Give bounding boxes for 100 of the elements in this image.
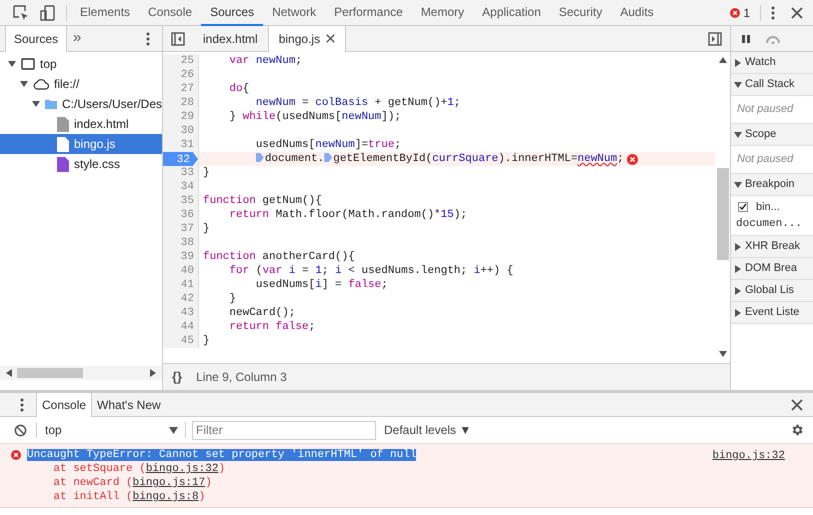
- source-link[interactable]: bingo.js:8: [132, 491, 199, 503]
- settings-icon[interactable]: [790, 423, 804, 437]
- expand-triangle-icon[interactable]: [734, 264, 742, 272]
- inspect-icon[interactable]: [13, 4, 29, 20]
- error-icon: [626, 154, 638, 164]
- error-text: Uncaught TypeError: Cannot set property 'innerHTML' of null: [27, 449, 416, 461]
- panel-tab[interactable]: Performance: [325, 0, 412, 26]
- code-line: var newNum;: [228, 54, 302, 68]
- code-line: usedNums[newNum]=true;: [254, 138, 402, 152]
- more-icon[interactable]: [20, 398, 24, 412]
- tree-item[interactable]: style.css: [0, 154, 162, 174]
- code-line: function getNum(){: [203, 194, 322, 208]
- more-tabs-button[interactable]: »: [67, 27, 88, 50]
- line-number: 30: [180, 124, 195, 139]
- line-number: 35: [180, 194, 195, 209]
- close-icon[interactable]: [791, 398, 803, 410]
- breakpoint-file: bin...: [756, 200, 780, 215]
- panel-tab[interactable]: Console: [139, 0, 202, 26]
- error-counter[interactable]: 1: [730, 4, 750, 22]
- source-link[interactable]: bingo.js:32: [146, 463, 218, 475]
- breakpoint-checkbox[interactable]: [738, 202, 748, 212]
- context-selector[interactable]: top: [45, 421, 185, 439]
- code-line: usedNums[i] = false;: [254, 278, 388, 292]
- stack-frame: at setSquare (bingo.js:32): [27, 462, 226, 476]
- tree-item[interactable]: top: [0, 54, 162, 74]
- file-tab[interactable]: bingo.js: [268, 26, 346, 52]
- line-number: 27: [180, 82, 195, 97]
- pane-header[interactable]: Breakpoin: [731, 174, 813, 195]
- close-icon[interactable]: [791, 6, 803, 18]
- folder-icon: [45, 98, 57, 110]
- code-line: newNum = colBasis + getNum()+1;: [254, 96, 460, 110]
- line-number: 37: [180, 222, 195, 237]
- scroll-right-icon[interactable]: [149, 369, 157, 377]
- pane-header[interactable]: Event Liste: [731, 302, 813, 323]
- device-icon[interactable]: [40, 4, 56, 20]
- expand-triangle-icon[interactable]: [8, 60, 16, 68]
- pane-status: Not paused: [737, 152, 794, 168]
- code-line: }: [203, 222, 210, 236]
- line-number: 31: [180, 138, 195, 153]
- more-icon[interactable]: [146, 32, 150, 46]
- expand-triangle-icon[interactable]: [734, 286, 742, 294]
- pane-header[interactable]: Scope: [731, 124, 813, 145]
- tree-item[interactable]: bingo.js: [0, 134, 162, 154]
- tree-item[interactable]: index.html: [0, 114, 162, 134]
- pretty-print-button[interactable]: {}: [172, 367, 182, 387]
- line-number: 25: [180, 54, 195, 69]
- filter-field[interactable]: Filter: [192, 420, 376, 440]
- expand-triangle-icon[interactable]: [734, 58, 742, 66]
- line-number: 38: [180, 236, 195, 251]
- scrollbar-thumb[interactable]: [17, 368, 83, 378]
- scroll-up-icon[interactable]: [718, 56, 726, 64]
- file-tab[interactable]: index.html: [193, 26, 268, 52]
- expand-triangle-icon[interactable]: [734, 242, 742, 250]
- source-link[interactable]: bingo.js:32: [712, 448, 785, 504]
- toggle-debugger-icon[interactable]: [708, 32, 722, 46]
- stack-frame: at newCard (bingo.js:17): [27, 476, 212, 490]
- tree-item[interactable]: C:/Users/User/Des: [0, 94, 162, 114]
- file-icon: [57, 136, 69, 152]
- pane-header[interactable]: XHR Break: [731, 236, 813, 257]
- scrollbar-thumb[interactable]: [716, 168, 728, 260]
- line-number: 26: [180, 68, 195, 83]
- tree-item[interactable]: file://: [0, 74, 162, 94]
- code-line: for (var i = 1; i < usedNums.length; i++) {: [228, 264, 514, 278]
- drawer-tab[interactable]: What's New: [92, 392, 166, 416]
- caret-icon: [169, 426, 178, 434]
- close-icon[interactable]: [326, 34, 336, 43]
- levels-dropdown[interactable]: Default levels ▼: [384, 421, 472, 439]
- pane-header[interactable]: DOM Brea: [731, 258, 813, 279]
- panel-tab[interactable]: Application: [473, 0, 550, 26]
- pane-header[interactable]: Global Lis: [731, 280, 813, 301]
- clear-console-icon[interactable]: [14, 424, 27, 436]
- pane-header[interactable]: Call Stack: [731, 74, 813, 95]
- panel-tab[interactable]: Network: [263, 0, 326, 26]
- expand-triangle-icon[interactable]: [734, 80, 742, 88]
- stack-frame: at initAll (bingo.js:8): [27, 490, 206, 504]
- toggle-navigator-icon[interactable]: [171, 32, 185, 46]
- pane-header[interactable]: Watch: [731, 52, 813, 73]
- expand-triangle-icon[interactable]: [20, 80, 28, 88]
- expand-triangle-icon[interactable]: [734, 180, 742, 188]
- expand-triangle-icon[interactable]: [734, 130, 742, 138]
- pause-icon[interactable]: [741, 34, 751, 44]
- line-number: 36: [180, 208, 195, 223]
- drawer-tab[interactable]: Console: [36, 392, 92, 416]
- panel-tab[interactable]: Elements: [71, 0, 140, 26]
- code-line: newCard();: [228, 306, 296, 320]
- line-number: 45: [180, 334, 195, 349]
- expand-triangle-icon[interactable]: [32, 100, 40, 108]
- scroll-left-icon[interactable]: [5, 369, 13, 377]
- panel-tab[interactable]: Audits: [611, 0, 663, 26]
- scroll-down-icon[interactable]: [718, 350, 726, 358]
- panel-tab[interactable]: Memory: [412, 0, 474, 26]
- cloud-icon: [33, 78, 49, 90]
- source-link[interactable]: bingo.js:17: [132, 477, 206, 489]
- code-line: do{: [228, 82, 250, 96]
- panel-tab[interactable]: Security: [550, 0, 612, 26]
- line-number: 39: [180, 250, 195, 265]
- more-icon[interactable]: [771, 6, 775, 20]
- code-line: return false;: [228, 320, 316, 334]
- expand-triangle-icon[interactable]: [734, 308, 742, 316]
- navigator-tab[interactable]: Sources: [5, 26, 68, 52]
